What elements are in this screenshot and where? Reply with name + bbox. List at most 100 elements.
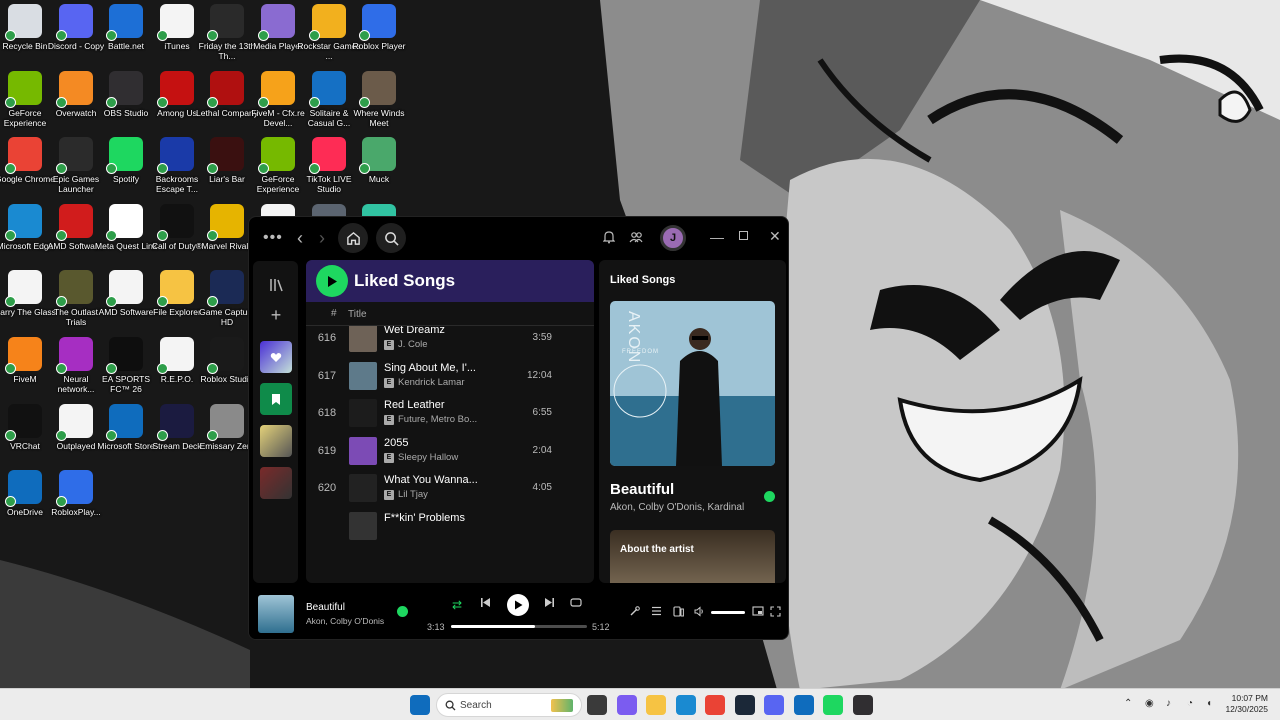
playlist-title: Liked Songs (354, 271, 456, 290)
taskbar-clock[interactable]: 10:07 PM 12/30/2025 (1222, 693, 1268, 715)
desktop-icon-label: Among Us (157, 108, 197, 118)
emissary-icon (207, 404, 244, 441)
lyrics-icon[interactable] (629, 606, 640, 617)
play-pause-button[interactable] (507, 594, 529, 616)
sync-check-icon (56, 296, 67, 307)
cod-icon (157, 204, 194, 241)
track-artist[interactable]: J. Cole (398, 339, 428, 350)
playlist-thumbnail[interactable] (260, 467, 292, 499)
about-artist-card[interactable]: About the artist (610, 530, 775, 583)
shuffle-icon[interactable]: ⇄ (452, 598, 462, 612)
track-title[interactable]: Red Leather (384, 399, 445, 411)
sync-check-icon (359, 163, 370, 174)
column-title[interactable]: Title (348, 309, 367, 320)
user-avatar[interactable]: J (660, 225, 686, 251)
close-icon[interactable]: ✕ (769, 228, 781, 245)
obs-icon[interactable] (853, 695, 873, 715)
track-artist[interactable]: Kendrick Lamar (398, 377, 465, 388)
desktop-icon[interactable]: RobloxPlay... (44, 470, 108, 517)
track-row[interactable]: F**kin' Problems (306, 508, 594, 545)
connect-device-icon[interactable] (673, 606, 684, 617)
task-view-icon[interactable] (587, 695, 607, 715)
track-title[interactable]: Sing About Me, I'... (384, 362, 476, 374)
desktop-icon[interactable]: Roblox Player (347, 4, 411, 51)
microphone-tray-icon[interactable]: ♪ (1166, 698, 1171, 709)
search-icon[interactable] (376, 223, 406, 253)
forward-arrow-icon[interactable]: › (319, 228, 325, 249)
fullscreen-icon[interactable] (770, 606, 781, 617)
track-title[interactable]: F**kin' Problems (384, 512, 465, 524)
volume-slider[interactable] (711, 611, 745, 614)
track-artist[interactable]: Future, Metro Bo... (398, 414, 477, 425)
bell-icon[interactable] (603, 230, 615, 244)
queue-icon[interactable] (651, 606, 662, 616)
liked-check-icon[interactable] (764, 491, 775, 502)
home-icon[interactable] (338, 223, 368, 253)
more-menu-icon[interactable]: ••• (263, 229, 283, 247)
file-icon (56, 404, 93, 441)
player-album-art[interactable] (258, 595, 294, 633)
copilot-icon[interactable] (617, 695, 637, 715)
spotify-icon[interactable] (823, 695, 843, 715)
track-row[interactable]: 619 2055 Sleepy Hallow 2:04 E (306, 433, 594, 470)
now-playing-artists[interactable]: Akon, Colby O'Donis, Kardinal (610, 502, 744, 513)
start-icon[interactable] (410, 695, 430, 715)
desktop-icon[interactable]: Where Winds Meet (347, 71, 411, 128)
chrome-icon[interactable] (705, 695, 725, 715)
track-title[interactable]: 2055 (384, 437, 408, 449)
folder-icon[interactable] (646, 695, 666, 715)
desktop-icon-label: FiveM (13, 374, 37, 384)
repeat-icon[interactable] (570, 597, 582, 608)
mini-player-icon[interactable] (752, 606, 764, 617)
wifi-tray-icon[interactable]: ◔ (1187, 698, 1193, 709)
track-title[interactable]: What You Wanna... (384, 474, 478, 486)
back-arrow-icon[interactable]: ‹ (297, 228, 303, 249)
now-playing-song[interactable]: Beautiful (610, 481, 674, 498)
track-artist[interactable]: Lil Tjay (398, 489, 428, 500)
player-artists[interactable]: Akon, Colby O'Donis, Kardinal (306, 616, 384, 626)
ms-store-icon[interactable] (794, 695, 814, 715)
track-row[interactable]: 617 Sing About Me, I'... Kendrick Lamar 12:… (306, 358, 594, 395)
volume-icon[interactable] (694, 606, 705, 617)
media-player-icon (258, 4, 295, 41)
progress-bar[interactable] (451, 625, 587, 628)
previous-icon[interactable] (480, 597, 491, 608)
clock-time: 10:07 PM (1231, 693, 1268, 703)
player-song[interactable]: Beautiful (306, 602, 345, 613)
next-icon[interactable] (544, 597, 555, 608)
create-playlist-icon[interactable]: + (260, 299, 292, 331)
now-playing-panel: Liked Songs AKON FREEDOM Beautiful Akon,… (599, 260, 786, 583)
play-playlist-button[interactable] (316, 265, 348, 297)
desktop-icon[interactable]: Muck (347, 137, 411, 184)
file-icon (157, 337, 194, 374)
sync-check-icon (56, 430, 67, 441)
show-hidden-icons-icon[interactable]: ⌃ (1124, 698, 1132, 709)
friends-activity-icon[interactable] (629, 230, 643, 244)
discord-icon[interactable] (764, 695, 784, 715)
liked-songs-playlist-icon[interactable] (260, 341, 292, 373)
volume-tray-icon[interactable]: ◖ (1206, 698, 1212, 709)
edge-icon[interactable] (676, 695, 696, 715)
sync-check-icon (56, 30, 67, 41)
steam-icon[interactable] (735, 695, 755, 715)
track-title[interactable]: Wet Dreamz (384, 326, 445, 336)
playlist-thumbnail[interactable] (260, 425, 292, 457)
fivem-icon (5, 337, 42, 374)
maximize-icon[interactable] (739, 231, 748, 240)
minimize-icon[interactable]: — (710, 229, 724, 245)
player-liked-check-icon[interactable] (397, 606, 408, 617)
track-row[interactable]: 620 What You Wanna... Lil Tjay 4:05 E (306, 470, 594, 507)
overwatch-icon (56, 71, 93, 108)
track-row[interactable]: 616 Wet Dreamz J. Cole 3:59 E (306, 326, 594, 357)
desktop-icon-label: RobloxPlay... (51, 507, 101, 517)
library-icon[interactable] (260, 269, 292, 301)
taskbar-search[interactable]: Search (436, 693, 582, 717)
track-artist[interactable]: Sleepy Hallow (398, 452, 458, 463)
network-tray-icon[interactable]: ◉ (1145, 698, 1154, 709)
sync-check-icon (5, 30, 16, 41)
track-row[interactable]: 618 Red Leather Future, Metro Bo... 6:55 E (306, 395, 594, 432)
onedrive-icon (5, 470, 42, 507)
desktop-icon-label: Where Winds Meet (353, 108, 405, 128)
saved-episodes-icon[interactable] (260, 383, 292, 415)
desktop-icon-label: Overwatch (55, 108, 97, 118)
